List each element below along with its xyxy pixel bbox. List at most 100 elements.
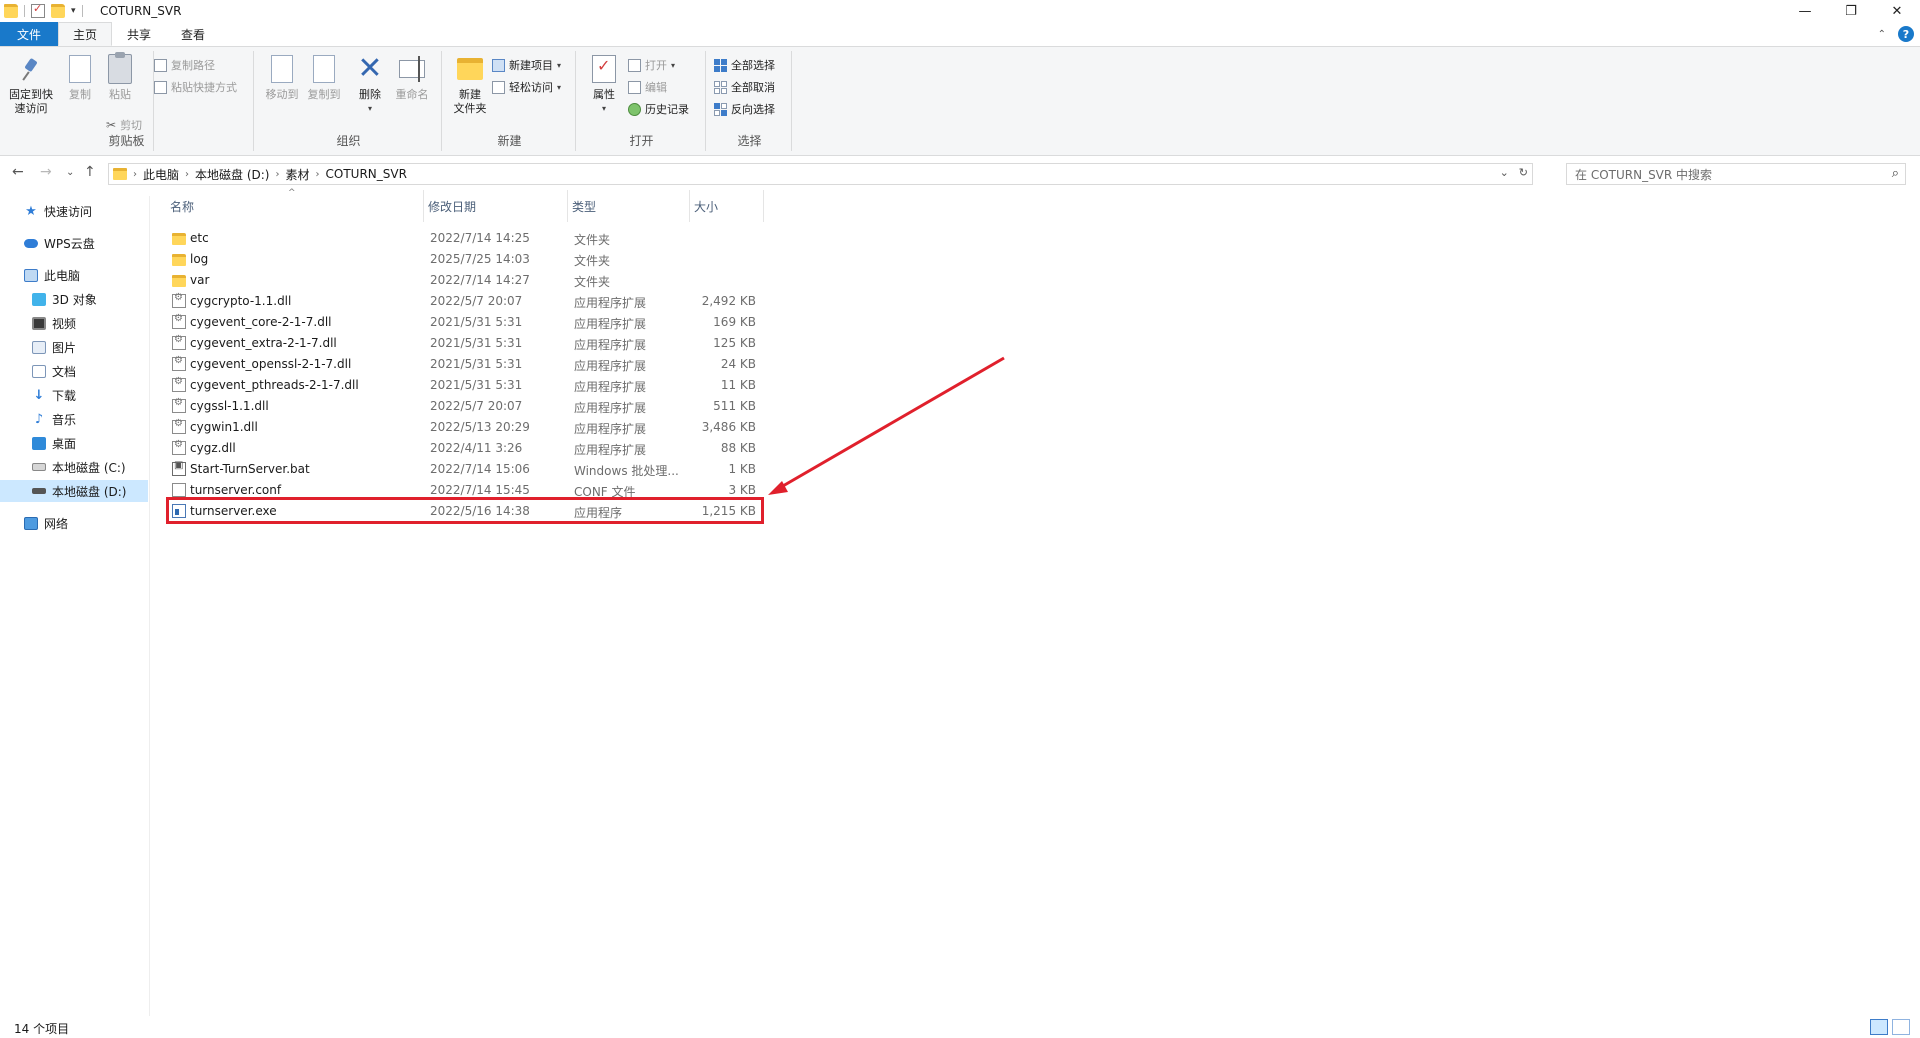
large-icons-view-icon[interactable] [1892, 1019, 1910, 1035]
easy-access-dropdown-icon[interactable]: ▾ [557, 83, 561, 92]
drive-icon [32, 488, 46, 494]
paste-label: 粘贴 [109, 88, 131, 101]
tab-view[interactable]: 查看 [166, 22, 220, 46]
new-folder-icon[interactable] [51, 4, 65, 18]
rename-icon [399, 56, 425, 82]
address-dropdown-chevron-icon[interactable]: ⌄ [1500, 166, 1509, 179]
sidebar-item-this-pc[interactable]: 此电脑 [0, 264, 148, 286]
select-all-button[interactable]: 全部选择 [714, 55, 775, 75]
rename-button[interactable]: 重命名 [390, 53, 434, 102]
sidebar-item-quick-access[interactable]: ★ 快速访问 [0, 200, 148, 222]
sidebar-item-videos[interactable]: 视频 [0, 312, 148, 334]
file-row[interactable]: cygcrypto-1.1.dll 2022/5/7 20:07 应用程序扩展 2,4… [166, 291, 762, 312]
collapse-ribbon-icon[interactable]: ⌃ [1878, 29, 1886, 40]
customize-toolbar-dropdown[interactable]: ▾ [71, 6, 76, 16]
file-name: cygz.dll [190, 441, 236, 455]
file-row[interactable]: cygevent_core-2-1-7.dll 2021/5/31 5:31 应用程… [166, 312, 762, 333]
column-header-size[interactable]: 大小 [690, 190, 764, 222]
invert-selection-button[interactable]: 反向选择 [714, 99, 775, 119]
help-icon[interactable]: ? [1898, 26, 1914, 42]
delete-button[interactable]: ✕ 删除 ▾ [348, 53, 392, 116]
tab-share[interactable]: 共享 [112, 22, 166, 46]
file-row[interactable]: cygssl-1.1.dll 2022/5/7 20:07 应用程序扩展 511 KB [166, 396, 762, 417]
edit-button[interactable]: 编辑 [628, 77, 667, 97]
file-row[interactable]: cygevent_extra-2-1-7.dll 2021/5/31 5:31 应用… [166, 333, 762, 354]
file-row[interactable]: etc 2022/7/14 14:25 文件夹 [166, 228, 762, 249]
open-button[interactable]: 打开 ▾ [628, 55, 675, 75]
search-icon[interactable]: ⌕ [1892, 166, 1899, 181]
paste-shortcut-icon [154, 80, 167, 94]
copy-to-button[interactable]: 复制到 [302, 51, 346, 102]
file-modified-date: 2022/7/14 15:45 [430, 483, 530, 497]
sidebar-item-music[interactable]: ♪ 音乐 [0, 408, 148, 430]
new-item-dropdown-icon[interactable]: ▾ [557, 61, 561, 70]
select-none-button[interactable]: 全部取消 [714, 77, 775, 97]
file-row[interactable]: cygevent_pthreads-2-1-7.dll 2021/5/31 5:3… [166, 375, 762, 396]
breadcrumb-coturn-svr[interactable]: COTURN_SVR [326, 167, 407, 181]
file-row[interactable]: cygwin1.dll 2022/5/13 20:29 应用程序扩展 3,486 KB [166, 417, 762, 438]
up-arrow-icon[interactable]: ↑ [84, 164, 96, 180]
recent-locations-chevron-icon[interactable]: ⌄ [66, 167, 74, 178]
search-input[interactable]: 在 COTURN_SVR 中搜索 [1575, 166, 1712, 183]
open-dropdown-icon[interactable]: ▾ [671, 61, 675, 70]
sidebar-item-wps-cloud[interactable]: WPS云盘 [0, 232, 148, 254]
file-row[interactable]: cygevent_openssl-2-1-7.dll 2021/5/31 5:31… [166, 354, 762, 375]
new-item-button[interactable]: 新建项目 ▾ [492, 55, 561, 75]
new-folder-button[interactable]: 新建 文件夹 [448, 53, 492, 116]
tab-home[interactable]: 主页 [58, 22, 113, 46]
file-modified-date: 2022/4/11 3:26 [430, 441, 523, 455]
file-row[interactable]: cygz.dll 2022/4/11 3:26 应用程序扩展 88 KB [166, 438, 762, 459]
history-button[interactable]: 历史记录 [628, 99, 689, 119]
delete-icon: ✕ [357, 51, 383, 86]
paste-shortcut-button[interactable]: 粘贴快捷方式 [154, 77, 237, 97]
sidebar-item-documents[interactable]: 文档 [0, 360, 148, 382]
breadcrumb-separator-icon[interactable]: › [275, 169, 279, 180]
file-row[interactable]: var 2022/7/14 14:27 文件夹 [166, 270, 762, 291]
minimize-button[interactable]: — [1782, 0, 1828, 22]
ribbon-tabs: 文件 主页 共享 查看 ⌃ ? [0, 22, 1920, 46]
sidebar-item-network[interactable]: 网络 [0, 512, 148, 534]
tab-file[interactable]: 文件 [0, 22, 59, 46]
move-to-button[interactable]: 移动到 [260, 53, 304, 102]
column-header-type[interactable]: 类型 [568, 190, 690, 222]
refresh-icon[interactable]: ↻ [1519, 166, 1528, 179]
breadcrumb-separator-icon[interactable]: › [185, 169, 189, 180]
file-modified-date: 2022/7/14 14:27 [430, 273, 530, 287]
breadcrumb-separator-icon[interactable]: › [133, 169, 137, 180]
file-row[interactable]: log 2025/7/25 14:03 文件夹 [166, 249, 762, 270]
breadcrumb-this-pc[interactable]: 此电脑 [143, 166, 179, 183]
file-row[interactable]: Start-TurnServer.bat 2022/7/14 15:06 Windo… [166, 459, 762, 480]
cut-button[interactable]: ✂ 剪切 [106, 115, 142, 135]
delete-dropdown-icon[interactable]: ▾ [368, 102, 372, 116]
forward-arrow-icon[interactable]: → [40, 164, 52, 180]
details-view-icon[interactable] [1870, 1019, 1888, 1035]
sidebar-item-drive-d[interactable]: 本地磁盘 (D:) [0, 480, 148, 502]
sidebar-item-downloads[interactable]: ↓ 下载 [0, 384, 148, 406]
properties-icon[interactable] [31, 2, 45, 18]
copy-label: 复制 [69, 88, 91, 101]
pin-quick-access-button[interactable]: 固定到快 速访问 [6, 53, 56, 116]
dll-file-icon [172, 397, 186, 413]
column-header-date[interactable]: 修改日期 [424, 190, 568, 222]
pin-icon [21, 57, 41, 81]
address-bar[interactable]: › 此电脑 › 本地磁盘 (D:) › 素材 › COTURN_SVR ⌄ ↻ [108, 163, 1533, 185]
copy-path-button[interactable]: 复制路径 [154, 55, 215, 75]
restore-button[interactable]: ❐ [1828, 0, 1874, 22]
sidebar-item-drive-c[interactable]: 本地磁盘 (C:) [0, 456, 148, 478]
column-header-label: 名称 [170, 199, 195, 214]
sidebar-item-pictures[interactable]: 图片 [0, 336, 148, 358]
breadcrumb-materials[interactable]: 素材 [285, 166, 309, 183]
column-header-name[interactable]: 名称 ^ [166, 188, 424, 222]
sidebar-item-3d-objects[interactable]: 3D 对象 [0, 288, 148, 310]
search-box[interactable]: 在 COTURN_SVR 中搜索 ⌕ [1566, 163, 1906, 185]
paste-button[interactable]: 粘贴 [98, 52, 142, 102]
copy-button[interactable]: 复制 [58, 51, 102, 102]
sidebar-item-desktop[interactable]: 桌面 [0, 432, 148, 454]
properties-button[interactable]: 属性 ▾ [582, 53, 626, 116]
back-arrow-icon[interactable]: ← [12, 164, 24, 180]
easy-access-button[interactable]: 轻松访问 ▾ [492, 77, 561, 97]
properties-dropdown-icon[interactable]: ▾ [602, 102, 606, 116]
breadcrumb-separator-icon[interactable]: › [316, 169, 320, 180]
close-button[interactable]: ✕ [1874, 0, 1920, 22]
breadcrumb-drive-d[interactable]: 本地磁盘 (D:) [195, 166, 269, 183]
